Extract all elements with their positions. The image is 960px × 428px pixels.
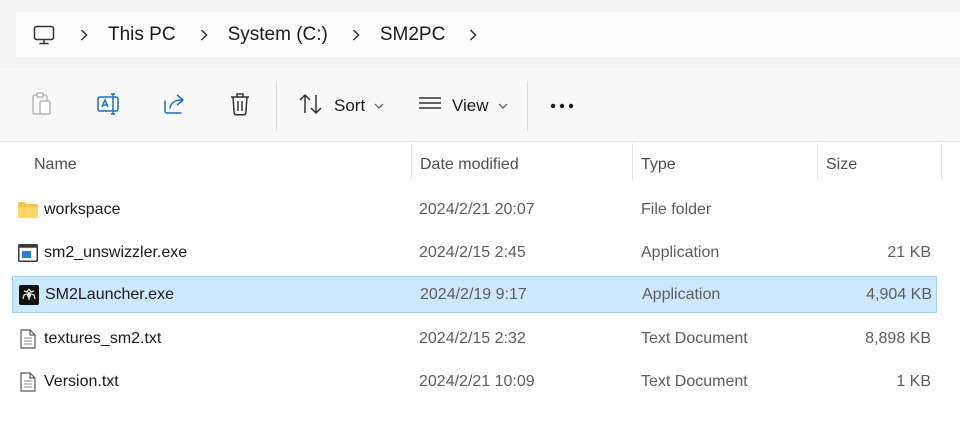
share-icon <box>162 92 188 121</box>
spiderman-app-icon <box>18 284 40 306</box>
column-divider[interactable] <box>941 143 942 181</box>
file-row-sm2launcher[interactable]: SM2Launcher.exe 2024/2/19 9:17 Applicati… <box>12 276 937 313</box>
chevron-right-icon[interactable] <box>350 28 362 41</box>
file-size: 1 KB <box>896 372 931 390</box>
file-size: 21 KB <box>887 243 931 261</box>
chevron-right-icon[interactable] <box>467 28 479 41</box>
breadcrumb-this-pc[interactable]: This PC <box>108 24 176 46</box>
file-row-version[interactable]: Version.txt 2024/2/21 10:09 Text Documen… <box>12 363 937 400</box>
file-type: Application <box>641 243 720 261</box>
file-name: sm2_unswizzler.exe <box>44 243 188 261</box>
file-size <box>825 191 931 228</box>
file-size: 4,904 KB <box>866 285 932 303</box>
column-type-header[interactable]: Type <box>641 143 676 186</box>
file-date: 2024/2/15 2:45 <box>419 243 526 261</box>
file-name: SM2Launcher.exe <box>45 285 174 303</box>
column-divider[interactable] <box>632 143 633 181</box>
column-size-header[interactable]: Size <box>826 143 857 186</box>
chevron-right-icon[interactable] <box>78 28 90 41</box>
paste-button[interactable] <box>30 90 54 122</box>
chevron-down-icon <box>374 103 384 109</box>
file-date: 2024/2/15 2:32 <box>419 329 526 347</box>
sort-icon <box>298 93 324 120</box>
file-row-sm2-unswizzler[interactable]: sm2_unswizzler.exe 2024/2/15 2:45 Applic… <box>12 234 937 271</box>
view-list-icon <box>418 95 442 118</box>
toolbar-separator <box>276 81 277 131</box>
file-name: textures_sm2.txt <box>44 329 162 347</box>
column-header: Name Date modified Type Size <box>0 143 960 186</box>
column-divider[interactable] <box>817 143 818 181</box>
sort-button[interactable]: Sort <box>298 90 384 122</box>
text-file-icon <box>17 328 39 350</box>
chevron-down-icon <box>498 103 508 109</box>
more-icon <box>549 97 575 115</box>
folder-icon <box>17 199 39 221</box>
view-button[interactable]: View <box>418 90 508 122</box>
command-bar: Sort View <box>0 68 960 142</box>
text-file-icon <box>17 371 39 393</box>
more-options-button[interactable] <box>549 90 575 122</box>
app-window-icon <box>17 242 39 264</box>
rename-icon <box>96 91 122 122</box>
delete-icon <box>228 91 252 122</box>
file-row-workspace[interactable]: workspace 2024/2/21 20:07 File folder <box>12 191 937 228</box>
file-type: Text Document <box>641 329 748 347</box>
delete-button[interactable] <box>228 90 252 122</box>
file-date: 2024/2/21 10:09 <box>419 372 535 390</box>
computer-icon[interactable] <box>32 23 56 47</box>
column-date-header[interactable]: Date modified <box>420 143 519 186</box>
file-date: 2024/2/21 20:07 <box>419 200 535 218</box>
view-label: View <box>452 96 489 115</box>
breadcrumb-sm2pc[interactable]: SM2PC <box>380 24 445 46</box>
rename-button[interactable] <box>96 90 122 122</box>
file-name: workspace <box>44 200 121 218</box>
address-bar[interactable]: This PC System (C:) SM2PC <box>16 12 960 57</box>
share-button[interactable] <box>162 90 188 122</box>
breadcrumb-system-c[interactable]: System (C:) <box>228 24 328 46</box>
chevron-right-icon[interactable] <box>198 28 210 41</box>
column-name-header[interactable]: Name <box>34 143 77 186</box>
file-date: 2024/2/19 9:17 <box>420 285 527 303</box>
file-type: Text Document <box>641 372 748 390</box>
file-type: Application <box>642 285 721 303</box>
file-name: Version.txt <box>44 372 119 390</box>
file-type: File folder <box>641 200 712 218</box>
file-row-textures-sm2[interactable]: textures_sm2.txt 2024/2/15 2:32 Text Doc… <box>12 320 937 357</box>
toolbar-separator <box>527 81 528 131</box>
file-size: 8,898 KB <box>865 329 931 347</box>
paste-icon <box>30 91 54 122</box>
address-area: This PC System (C:) SM2PC <box>0 0 960 68</box>
column-divider[interactable] <box>411 143 412 181</box>
sort-label: Sort <box>334 96 366 115</box>
